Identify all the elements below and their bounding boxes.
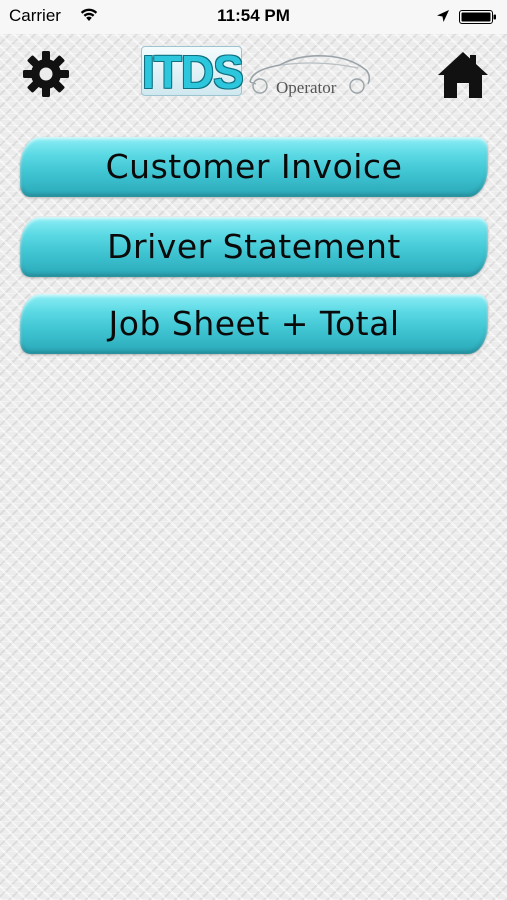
driver-statement-label: Driver Statement <box>107 227 401 266</box>
location-arrow-icon <box>437 10 449 22</box>
status-time: 11:54 PM <box>217 6 290 25</box>
status-bar: Carrier 11:54 PM <box>0 0 507 34</box>
app-logo: ITDS Operator <box>141 46 371 100</box>
driver-statement-button[interactable]: Driver Statement <box>20 217 488 277</box>
gear-icon <box>23 51 69 97</box>
logo-badge: ITDS <box>141 46 244 98</box>
settings-button[interactable] <box>22 50 70 98</box>
customer-invoice-button[interactable]: Customer Invoice <box>20 137 488 197</box>
customer-invoice-label: Customer Invoice <box>105 147 403 186</box>
battery-icon <box>459 10 496 24</box>
job-sheet-total-button[interactable]: Job Sheet + Total <box>20 294 488 354</box>
home-button[interactable] <box>436 50 490 100</box>
logo-subtitle: Operator <box>276 78 337 97</box>
logo-brand-text: ITDS <box>142 46 244 98</box>
home-icon <box>438 52 488 98</box>
job-sheet-total-label: Job Sheet + Total <box>108 304 400 343</box>
